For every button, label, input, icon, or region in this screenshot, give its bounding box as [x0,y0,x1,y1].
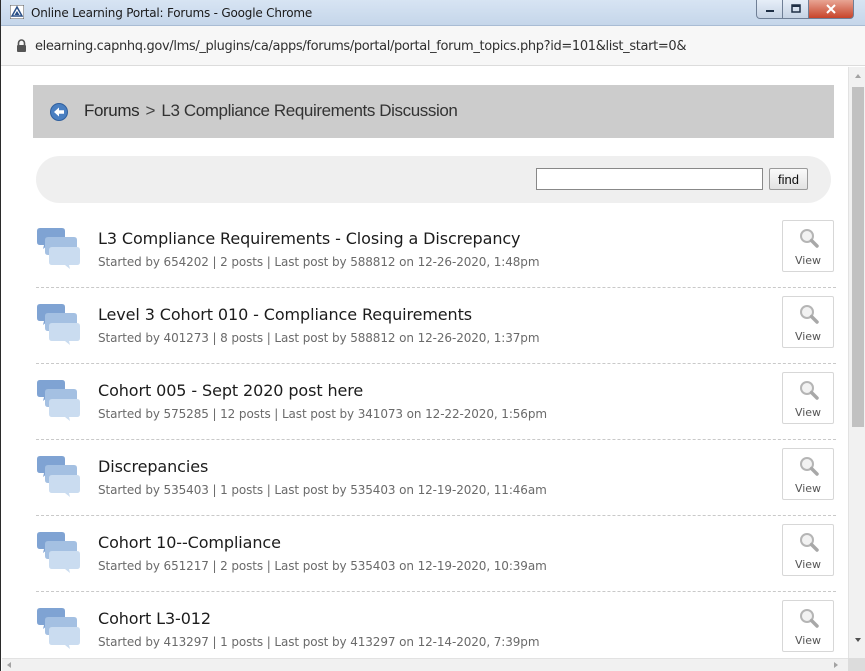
window-controls [756,0,854,20]
maximize-icon [790,4,801,13]
magnifier-icon [800,609,819,628]
scroll-down-arrow-icon[interactable] [854,637,862,643]
topic-meta: Started by 651217 | 2 posts | Last post … [98,559,547,573]
view-topic-button[interactable]: View [782,600,834,652]
topic-row: Cohort L3-012 Started by 413297 | 1 post… [36,592,836,658]
minimize-button[interactable] [756,0,783,19]
topic-row: Cohort 005 - Sept 2020 post here Started… [36,364,836,440]
topic-row: Discrepancies Started by 535403 | 1 post… [36,440,836,516]
vertical-scroll-thumb[interactable] [852,87,864,427]
view-topic-button[interactable]: View [782,220,834,272]
browser-window: Online Learning Portal: Forums - Google … [0,0,865,671]
find-button[interactable]: find [769,168,808,190]
magnifier-icon [800,229,819,248]
discussion-bubbles-icon [37,608,80,649]
topic-row: Level 3 Cohort 010 - Compliance Requirem… [36,288,836,364]
discussion-bubbles-icon [37,532,80,573]
magnifier-icon [800,457,819,476]
topic-title[interactable]: Cohort L3-012 [98,609,211,628]
topic-meta: Started by 535403 | 1 posts | Last post … [98,483,547,497]
view-topic-button[interactable]: View [782,448,834,500]
topic-meta: Started by 654202 | 2 posts | Last post … [98,255,540,269]
search-input[interactable] [536,168,763,190]
view-topic-button[interactable]: View [782,296,834,348]
address-bar[interactable]: elearning.capnhq.gov/lms/_plugins/ca/app… [1,26,865,66]
breadcrumb-bar: Forums > L3 Compliance Requirements Disc… [33,85,834,138]
portal-triangle-icon [10,5,24,19]
breadcrumb-current: L3 Compliance Requirements Discussion [161,101,458,120]
vertical-scrollbar[interactable] [848,67,865,658]
view-label: View [794,254,822,267]
topic-list: L3 Compliance Requirements - Closing a D… [36,212,836,658]
lock-icon [17,39,26,52]
scrollbar-corner [848,658,865,671]
breadcrumb: Forums > L3 Compliance Requirements Disc… [84,101,458,121]
topic-title[interactable]: Level 3 Cohort 010 - Compliance Requirem… [98,305,472,324]
discussion-bubbles-icon [37,456,80,497]
topic-title[interactable]: Cohort 10--Compliance [98,533,281,552]
search-bar: find [36,156,831,203]
magnifier-icon [800,305,819,324]
breadcrumb-separator: > [145,101,156,120]
discussion-bubbles-icon [37,228,80,269]
horizontal-scrollbar[interactable] [2,658,848,671]
view-label: View [794,406,822,419]
discussion-bubbles-icon [37,304,80,345]
magnifier-icon [800,533,819,552]
topic-row: L3 Compliance Requirements - Closing a D… [36,212,836,288]
close-icon [826,4,836,14]
view-label: View [794,558,822,571]
back-arrow-icon[interactable] [50,103,68,121]
discussion-bubbles-icon [37,380,80,421]
scroll-up-arrow-icon[interactable] [854,73,862,79]
view-label: View [794,634,822,647]
close-button[interactable] [809,0,854,19]
maximize-button[interactable] [783,0,809,19]
scroll-left-arrow-icon[interactable] [6,661,12,669]
title-bar[interactable]: Online Learning Portal: Forums - Google … [1,0,865,26]
scroll-right-arrow-icon[interactable] [833,661,839,669]
view-label: View [794,482,822,495]
topic-meta: Started by 575285 | 12 posts | Last post… [98,407,547,421]
topic-title[interactable]: Cohort 005 - Sept 2020 post here [98,381,363,400]
minimize-icon [765,10,774,12]
topic-meta: Started by 413297 | 1 posts | Last post … [98,635,540,649]
topic-row: Cohort 10--Compliance Started by 651217 … [36,516,836,592]
view-label: View [794,330,822,343]
topic-title[interactable]: L3 Compliance Requirements - Closing a D… [98,229,521,248]
page-content: Forums > L3 Compliance Requirements Disc… [2,67,848,658]
topic-title[interactable]: Discrepancies [98,457,208,476]
url-text[interactable]: elearning.capnhq.gov/lms/_plugins/ca/app… [35,39,686,54]
view-topic-button[interactable]: View [782,372,834,424]
window-title: Online Learning Portal: Forums - Google … [31,6,313,20]
view-topic-button[interactable]: View [782,524,834,576]
breadcrumb-forums-link[interactable]: Forums [84,101,140,120]
magnifier-icon [800,381,819,400]
topic-meta: Started by 401273 | 8 posts | Last post … [98,331,540,345]
